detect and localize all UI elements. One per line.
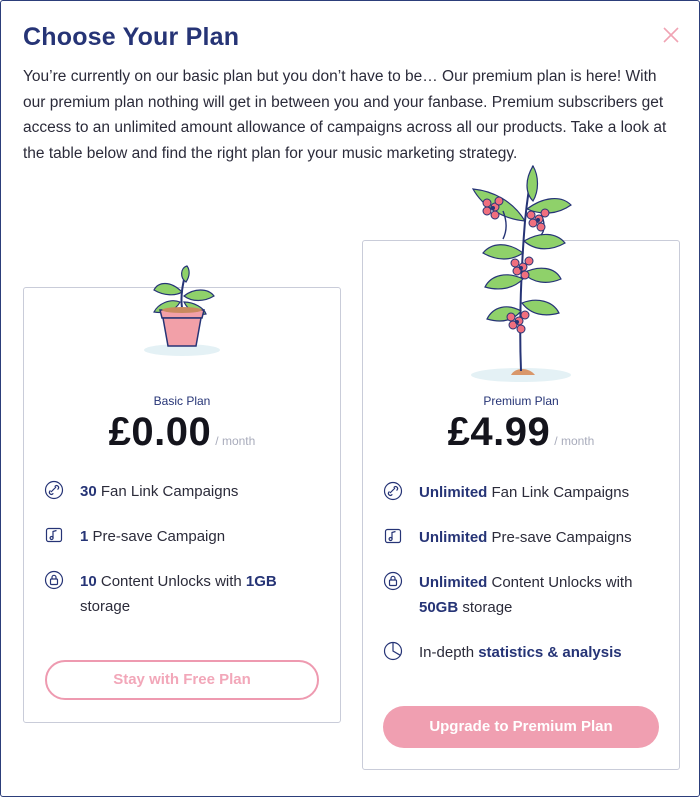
premium-feature-fan-links: Unlimited Fan Link Campaigns bbox=[383, 480, 663, 505]
premium-feature-presave: Unlimited Pre-save Campaigns bbox=[383, 525, 663, 550]
feature-bold: statistics & analysis bbox=[478, 644, 622, 661]
music-note-icon bbox=[45, 527, 63, 543]
close-icon[interactable] bbox=[661, 25, 683, 47]
upgrade-premium-button[interactable]: Upgrade to Premium Plan bbox=[383, 706, 659, 748]
basic-feature-presave: 1 Pre-save Campaign bbox=[44, 524, 324, 549]
feature-text-storage: storage bbox=[80, 598, 131, 615]
feature-bold-storage: 50GB bbox=[419, 599, 459, 616]
premium-feature-unlocks: Unlimited Content Unlocks with 50GB stora… bbox=[383, 570, 663, 620]
feature-text: Pre-save Campaigns bbox=[487, 529, 632, 546]
premium-price-row: £4.99/ month bbox=[363, 410, 679, 455]
feature-text: Fan Link Campaigns bbox=[96, 483, 239, 500]
feature-text: Fan Link Campaigns bbox=[487, 484, 630, 501]
feature-text: Content Unlocks with bbox=[96, 573, 246, 590]
basic-price: £0.00 bbox=[108, 410, 212, 454]
feature-bold: 10 bbox=[80, 573, 97, 590]
basic-plan-card: Basic Plan £0.00/ month 30 Fan Link Camp… bbox=[23, 265, 341, 723]
plan-modal: Choose Your Plan You’re currently on our… bbox=[0, 0, 700, 797]
link-icon bbox=[383, 481, 403, 501]
feature-text-storage: storage bbox=[458, 599, 513, 616]
basic-price-row: £0.00/ month bbox=[24, 410, 340, 455]
stay-free-plan-button[interactable]: Stay with Free Plan bbox=[45, 660, 319, 700]
basic-feature-unlocks: 10 Content Unlocks with 1GB storage bbox=[44, 569, 324, 619]
feature-text: In-depth bbox=[419, 644, 479, 661]
premium-plan-card: Premium Plan £4.99/ month Unlimited Fan … bbox=[362, 164, 680, 770]
modal-title: Choose Your Plan bbox=[23, 23, 240, 51]
feature-bold: Unlimited bbox=[419, 529, 488, 546]
intro-text: You’re currently on our basic plan but y… bbox=[23, 68, 667, 162]
basic-feature-fan-links: 30 Fan Link Campaigns bbox=[44, 479, 324, 504]
basic-per-month: / month bbox=[215, 434, 256, 448]
premium-price: £4.99 bbox=[447, 410, 551, 454]
premium-feature-statistics: In-depth statistics & analysis bbox=[383, 640, 663, 665]
feature-text: Content Unlocks with bbox=[487, 574, 633, 591]
music-note-icon bbox=[384, 528, 402, 544]
premium-per-month: / month bbox=[554, 434, 595, 448]
feature-bold: Unlimited bbox=[419, 574, 488, 591]
feature-text: Pre-save Campaign bbox=[88, 528, 226, 545]
feature-bold-storage: 1GB bbox=[245, 573, 277, 590]
basic-plan-name: Basic Plan bbox=[153, 394, 211, 408]
premium-plan-name: Premium Plan bbox=[483, 394, 559, 408]
feature-bold: 30 bbox=[80, 483, 97, 500]
link-icon bbox=[44, 480, 64, 500]
lock-icon bbox=[383, 571, 403, 591]
lock-icon bbox=[44, 570, 64, 590]
feature-bold: Unlimited bbox=[419, 484, 488, 501]
small-plant-illustration bbox=[144, 265, 220, 356]
tall-flower-plant-illustration bbox=[471, 164, 572, 382]
pie-chart-icon bbox=[383, 641, 403, 661]
